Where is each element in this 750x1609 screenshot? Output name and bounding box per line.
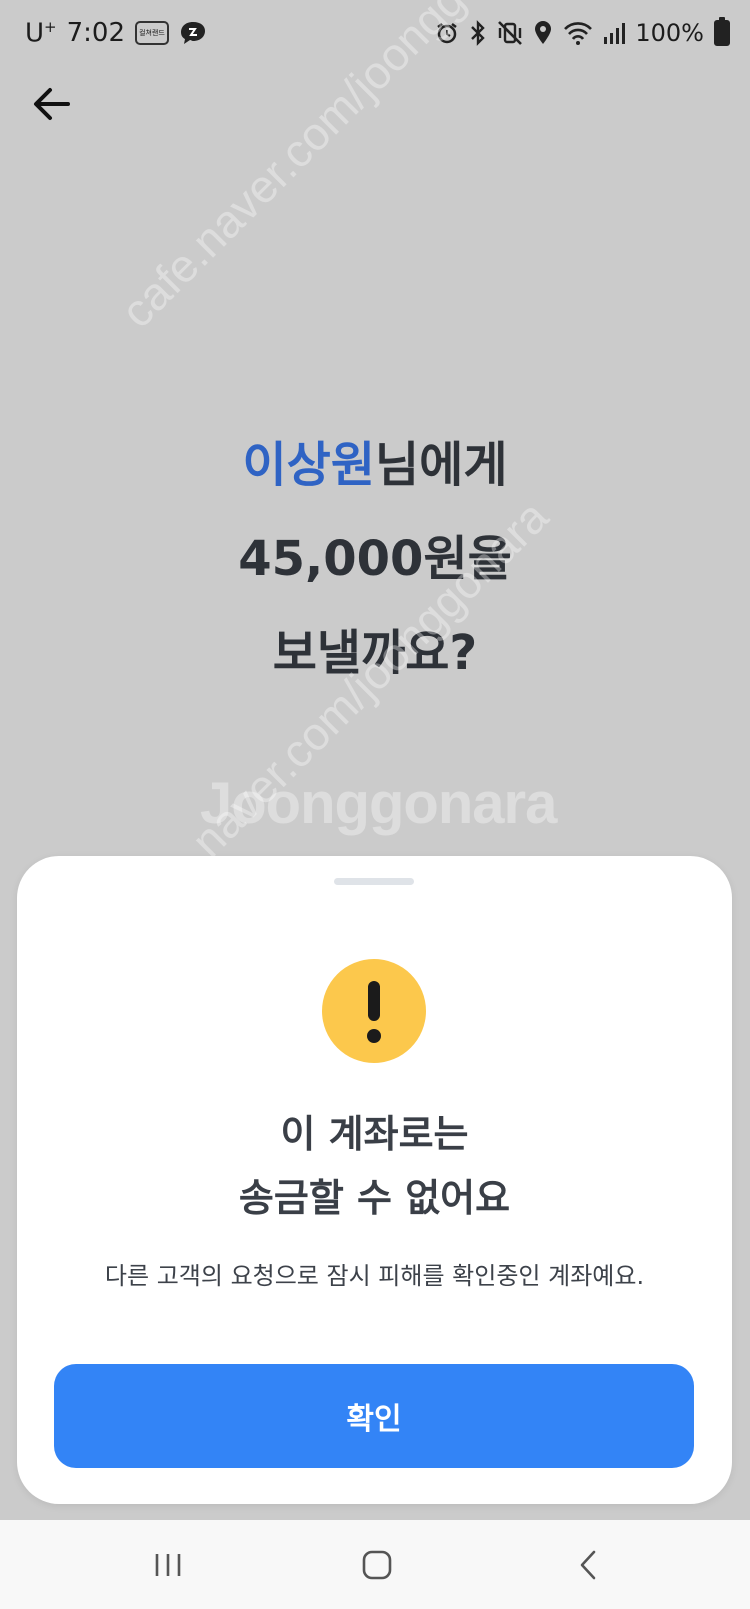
navigation-bar [0, 1520, 750, 1609]
status-left: U+ 7:02 컬쳐랜드 [25, 16, 207, 50]
battery-percent: 100% [635, 19, 704, 47]
sheet-title: 이 계좌로는 송금할 수 없어요 [17, 1102, 732, 1230]
carrier-plus: + [44, 17, 57, 36]
status-right: 100% [435, 16, 730, 50]
exclamation-bar [368, 981, 380, 1021]
home-icon [362, 1550, 392, 1580]
vibrate-mute-icon [498, 21, 523, 45]
carrier-name: U [25, 18, 45, 49]
action-line: 보낼까요? [272, 625, 478, 681]
app-notification-icon: 컬쳐랜드 [135, 21, 169, 45]
home-button[interactable] [347, 1540, 407, 1590]
carrier-label: U+ [25, 18, 57, 49]
alarm-icon [437, 23, 458, 44]
back-button[interactable] [28, 80, 76, 128]
bluetooth-icon [471, 20, 486, 46]
recipient-suffix: 님에게 [375, 437, 508, 493]
recent-apps-button[interactable] [138, 1540, 198, 1590]
location-icon [535, 21, 552, 44]
status-bar: U+ 7:02 컬쳐랜드 100% [0, 0, 750, 66]
recipient-name: 이상원 [242, 437, 375, 493]
transfer-question: 이상원님에게 45,000원을 보낼까요? [0, 418, 750, 700]
watermark-brand: Joonggonara [200, 771, 557, 836]
recent-apps-icon [155, 1554, 181, 1576]
chevron-left-icon [580, 1550, 596, 1580]
exclamation-icon [322, 959, 426, 1063]
system-back-button[interactable] [558, 1540, 618, 1590]
exclamation-dot [367, 1029, 381, 1043]
wifi-icon [564, 22, 593, 45]
arrow-left-icon [34, 88, 70, 120]
sheet-handle[interactable] [334, 878, 414, 885]
signal-icon [604, 23, 626, 44]
recipient-line: 이상원님에게 [0, 418, 750, 512]
status-time: 7:02 [66, 18, 125, 48]
sheet-title-line1: 이 계좌로는 [280, 1112, 469, 1156]
battery-icon [714, 17, 730, 46]
amount-line: 45,000원을 [238, 531, 512, 587]
sheet-description: 다른 고객의 요청으로 잠시 피해를 확인중인 계좌예요. [104, 1262, 645, 1290]
bottom-sheet: 이 계좌로는 송금할 수 없어요 다른 고객의 요청으로 잠시 피해를 확인중인… [17, 856, 732, 1504]
confirm-button[interactable]: 확인 [54, 1364, 694, 1468]
sheet-title-line2: 송금할 수 없어요 [238, 1176, 511, 1220]
chat-bubble-icon [181, 22, 205, 44]
